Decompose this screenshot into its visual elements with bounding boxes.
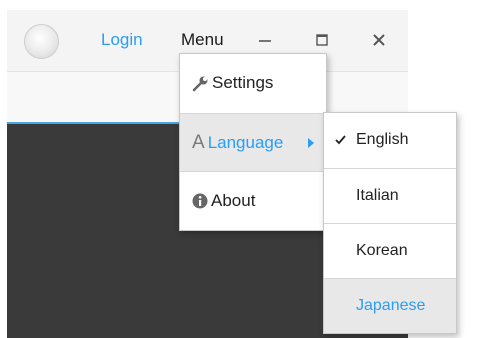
menu-item-label: Language bbox=[207, 133, 284, 152]
login-link[interactable]: Login bbox=[101, 30, 143, 50]
close-button[interactable] bbox=[371, 32, 387, 48]
menu-item-language[interactable]: A Language bbox=[180, 114, 326, 172]
menu-dropdown: Settings A Language About bbox=[179, 53, 327, 231]
submenu-item-label: Japanese bbox=[356, 297, 426, 314]
submenu-item-japanese[interactable]: Japanese bbox=[324, 279, 456, 333]
minimize-button[interactable] bbox=[257, 32, 273, 48]
language-a-icon: A bbox=[192, 132, 205, 153]
minimize-icon bbox=[259, 40, 271, 42]
submenu-arrow-icon bbox=[308, 138, 314, 148]
menu-item-about[interactable]: About bbox=[180, 172, 326, 230]
submenu-item-label: Korean bbox=[356, 242, 408, 259]
info-icon bbox=[192, 193, 208, 209]
maximize-icon bbox=[316, 34, 328, 46]
submenu-item-label: Italian bbox=[356, 187, 399, 204]
maximize-button[interactable] bbox=[314, 32, 330, 48]
check-icon bbox=[335, 135, 346, 145]
submenu-item-label: English bbox=[356, 131, 409, 148]
wrench-icon bbox=[192, 75, 209, 92]
menu-item-label: Settings bbox=[212, 73, 274, 92]
menu-item-settings[interactable]: Settings bbox=[180, 54, 326, 112]
close-icon bbox=[373, 34, 385, 46]
avatar[interactable] bbox=[24, 24, 59, 59]
submenu-item-italian[interactable]: Italian bbox=[324, 169, 456, 223]
submenu-item-english[interactable]: English bbox=[324, 113, 456, 167]
language-submenu: English Italian Korean Japanese bbox=[323, 112, 457, 334]
submenu-item-korean[interactable]: Korean bbox=[324, 224, 456, 278]
menu-button[interactable]: Menu bbox=[181, 30, 224, 50]
menu-item-label: About bbox=[211, 191, 256, 210]
